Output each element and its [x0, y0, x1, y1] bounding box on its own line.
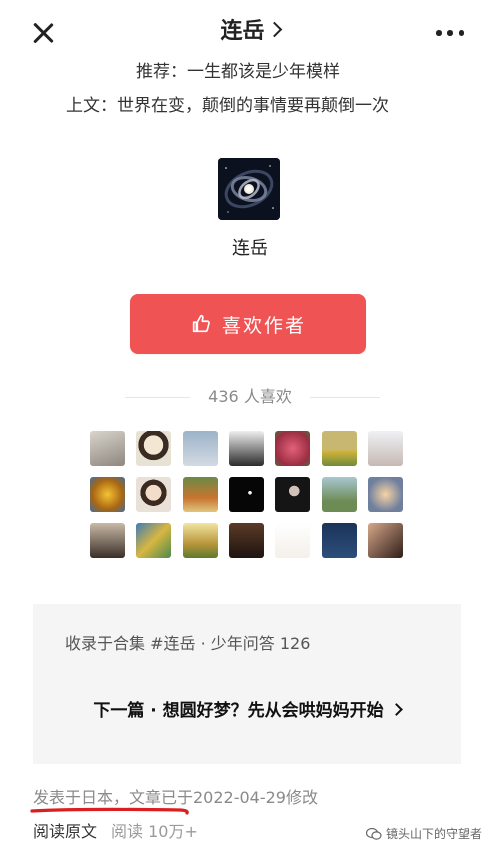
recommend-value[interactable]: 一生都该是少年模样 [187, 62, 340, 82]
previous-article-link[interactable]: 上文：世界在变，颠倒的事情要再颠倒一次 [0, 94, 500, 118]
fan-avatar[interactable] [90, 523, 125, 558]
recommend-link[interactable]: 推荐：一生都该是少年模样 [0, 60, 500, 84]
fan-avatar[interactable] [321, 523, 357, 558]
likes-number: 436 [208, 387, 239, 406]
fan-avatar[interactable] [182, 431, 218, 466]
fan-avatar[interactable] [275, 523, 311, 558]
fan-avatar[interactable] [182, 477, 218, 512]
read-original-link[interactable]: 阅读原文 [33, 822, 97, 841]
thumbs-up-icon [192, 314, 210, 333]
chevron-right-icon [389, 703, 403, 716]
next-article-link[interactable]: 下一篇 · 想圆好梦？先从会哄妈妈开始 [33, 698, 461, 724]
next-article-label[interactable]: 下一篇 · 想圆好梦？先从会哄妈妈开始 [93, 701, 383, 721]
fan-avatar[interactable] [321, 431, 357, 466]
fan-avatar[interactable] [275, 477, 311, 512]
top-bar: 连岳 [0, 0, 500, 60]
author-avatar[interactable] [218, 158, 280, 220]
fan-avatar[interactable] [90, 431, 125, 466]
fan-avatar[interactable] [182, 523, 218, 558]
like-author-label: 喜欢作者 [221, 314, 306, 337]
galaxy-image [218, 158, 280, 220]
previous-label: 上文： [66, 96, 117, 116]
fan-avatar[interactable] [228, 523, 264, 558]
collection-card: 收录于合集 #连岳 · 少年问答 126 下一篇 · 想圆好梦？先从会哄妈妈开始 [33, 604, 461, 764]
wechat-icon [366, 827, 382, 840]
fan-avatar[interactable] [228, 477, 264, 512]
fan-avatar[interactable] [136, 431, 172, 466]
fan-avatar[interactable] [90, 477, 125, 512]
recommend-label: 推荐： [136, 62, 187, 82]
more-options-icon[interactable] [436, 30, 464, 36]
author-name[interactable]: 连岳 [0, 236, 500, 262]
fan-avatar[interactable] [367, 523, 403, 558]
fan-avatar[interactable] [228, 431, 264, 466]
likes-count[interactable]: 436 人喜欢 [0, 384, 500, 410]
likes-suffix: 人喜欢 [243, 387, 292, 406]
watermark-text: 镜头山下的守望者 [386, 827, 483, 841]
watermark: 镜头山下的守望者 [366, 826, 482, 842]
more-dot [458, 30, 464, 36]
fan-avatar[interactable] [321, 477, 357, 512]
collection-link[interactable]: 收录于合集 #连岳 · 少年问答 126 [65, 632, 310, 656]
read-row: 阅读原文 阅读 10万+ [33, 820, 198, 844]
header-title[interactable]: 连岳 [220, 19, 264, 44]
previous-value[interactable]: 世界在变，颠倒的事情要再颠倒一次 [117, 96, 389, 116]
fan-avatar[interactable] [367, 477, 403, 512]
fan-avatar[interactable] [275, 431, 311, 466]
red-hand-underline [30, 807, 189, 815]
chevron-right-icon [266, 21, 282, 38]
more-dot [436, 30, 442, 36]
fan-avatar[interactable] [136, 523, 172, 558]
like-author-button[interactable]: 喜欢作者 [130, 294, 366, 354]
fan-avatar[interactable] [136, 477, 172, 512]
more-dot [447, 30, 453, 36]
header-title-wrap[interactable]: 连岳 [0, 14, 500, 50]
read-count: 阅读 10万+ [111, 822, 198, 841]
fan-avatar[interactable] [367, 431, 403, 466]
